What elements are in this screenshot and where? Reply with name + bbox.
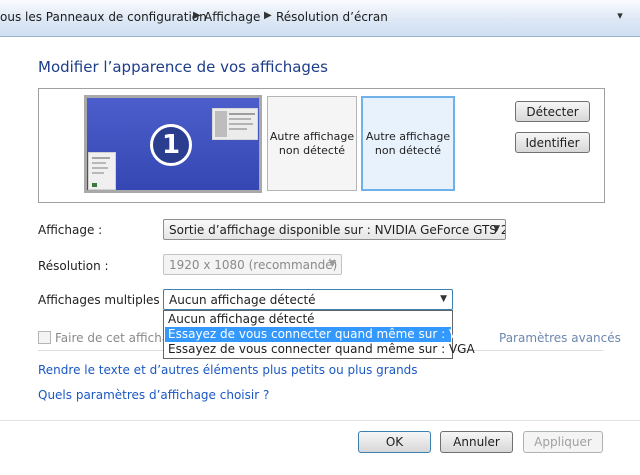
breadcrumb-separator[interactable]: ▶ xyxy=(193,10,201,21)
footer-divider xyxy=(0,420,640,421)
page-title: Modifier l’apparence de vos affichages xyxy=(38,58,328,76)
multiple-displays-label: Affichages multiples : xyxy=(38,293,168,307)
ok-button[interactable]: OK xyxy=(358,431,431,453)
undetected-monitor-3[interactable]: Autre affichage non détecté xyxy=(361,96,455,191)
display-label: Affichage : xyxy=(38,223,103,237)
detect-button[interactable]: Détecter xyxy=(515,101,590,122)
advanced-settings-link[interactable]: Paramètres avancés xyxy=(499,331,621,345)
which-settings-link[interactable]: Quels paramètres d’affichage choisir ? xyxy=(38,388,269,402)
breadcrumb-resolution[interactable]: Résolution d’écran xyxy=(276,10,388,24)
multiple-displays-select[interactable]: Aucun affichage détecté ▼ xyxy=(163,289,453,310)
cancel-button[interactable]: Annuler xyxy=(440,431,513,453)
breadcrumb-separator[interactable]: ▶ xyxy=(264,10,272,21)
chevron-down-icon: ▼ xyxy=(493,224,500,234)
display-select[interactable]: Sortie d’affichage disponible sur : NVID… xyxy=(163,219,506,240)
chevron-down-icon: ▼ xyxy=(440,294,447,304)
chevron-down-icon[interactable]: ▾ xyxy=(614,9,626,23)
monitor-number-badge: 1 xyxy=(150,124,192,166)
identify-button[interactable]: Identifier xyxy=(515,132,590,153)
display-select-value: Sortie d’affichage disponible sur : NVID… xyxy=(169,223,506,237)
chevron-down-icon: ▼ xyxy=(329,259,336,269)
resolution-select: 1920 x 1080 (recommandé) ▼ xyxy=(163,254,342,275)
multiple-displays-dropdown: Aucun affichage détecté Essayez de vous … xyxy=(163,310,475,359)
primary-display-checkbox[interactable] xyxy=(38,331,51,344)
breadcrumb-control-panel[interactable]: ous les Panneaux de configuration xyxy=(0,10,207,24)
breadcrumb-display[interactable]: Affichage xyxy=(204,10,260,24)
apply-button: Appliquer xyxy=(523,431,603,453)
undetected-monitor-label: Autre affichage non détecté xyxy=(269,129,355,157)
multiple-displays-select-value: Aucun affichage détecté xyxy=(169,293,316,307)
text-size-link[interactable]: Rendre le texte et d’autres éléments plu… xyxy=(38,363,418,377)
sidebar-thumbnail-icon xyxy=(88,152,116,190)
undetected-monitor-2[interactable]: Autre affichage non détecté xyxy=(267,96,357,191)
window-thumbnail-icon xyxy=(212,108,258,140)
dropdown-option-highlighted[interactable]: Essayez de vous connecter quand même sur… xyxy=(165,327,475,342)
resolution-label: Résolution : xyxy=(38,259,109,273)
dropdown-option[interactable]: Aucun affichage détecté xyxy=(165,312,451,327)
resolution-select-value: 1920 x 1080 (recommandé) xyxy=(169,258,338,272)
dropdown-option[interactable]: Essayez de vous connecter quand même sur… xyxy=(165,342,475,357)
undetected-monitor-label: Autre affichage non détecté xyxy=(365,129,451,157)
